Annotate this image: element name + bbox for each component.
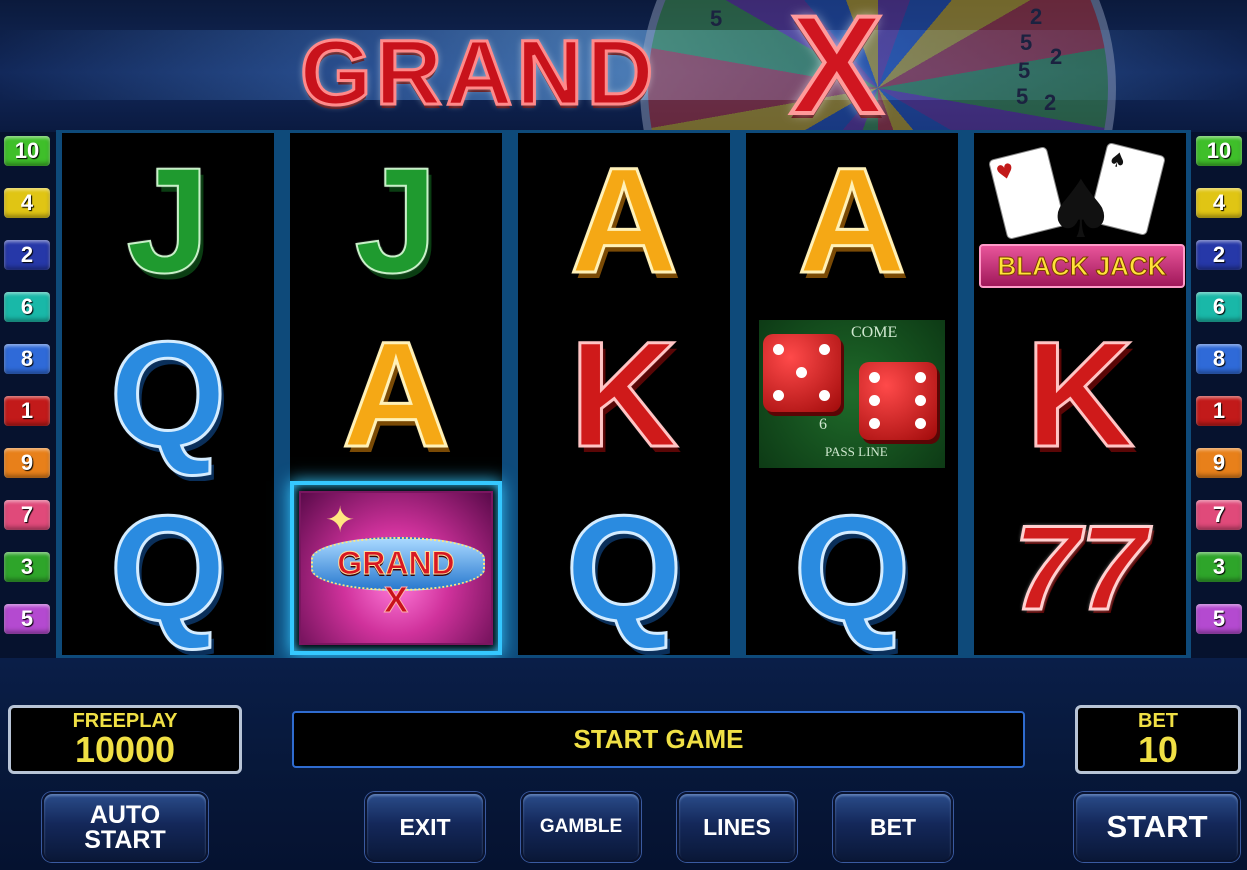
reel-cell: ♥ ♠ ♠ BLACK JACK <box>974 133 1186 307</box>
payline-badge: 7 <box>4 500 50 530</box>
auto-start-label-line2: START <box>84 826 166 854</box>
wheel-number: 5 <box>1018 58 1031 83</box>
gamble-button[interactable]: GAMBLE <box>521 792 641 862</box>
grandx-symbol-text: GRAND <box>337 545 455 582</box>
symbol-q: Q <box>108 484 228 652</box>
payline-badge: 9 <box>1196 448 1242 478</box>
bet-value: 10 <box>1137 729 1179 770</box>
die-icon <box>859 362 937 440</box>
reel-cell: Q <box>518 481 730 655</box>
logo-x: X <box>788 0 885 132</box>
symbol-k: K <box>1024 310 1135 478</box>
symbol-j: J <box>125 136 210 304</box>
reel-cell: J <box>62 133 274 307</box>
payline-badge: 4 <box>1196 188 1242 218</box>
symbol-a: A <box>796 136 907 304</box>
symbol-dice: COME 6 PASS LINE <box>759 320 945 468</box>
reel-3: A K Q <box>518 133 730 655</box>
reel-cell: K <box>518 307 730 481</box>
reel-cell: Q <box>746 481 958 655</box>
spade-icon: ♠ <box>1045 163 1117 256</box>
wheel-number: 5 <box>1020 30 1033 55</box>
payline-badge: 3 <box>1196 552 1242 582</box>
payline-badge: 1 <box>1196 396 1242 426</box>
game-logo: GRAND X <box>298 0 960 132</box>
wheel-number: 2 <box>1050 44 1063 69</box>
reel-4: A COME 6 PASS LINE Q <box>746 133 958 655</box>
reel-cell: A <box>290 307 502 481</box>
reel-cell: J <box>290 133 502 307</box>
reel-cell: COME 6 PASS LINE <box>746 307 958 481</box>
start-button[interactable]: START <box>1074 792 1240 862</box>
payline-badge: 10 <box>1196 136 1242 166</box>
lines-button[interactable]: LINES <box>677 792 797 862</box>
payline-badge: 6 <box>4 292 50 322</box>
symbol-sevens: 77 <box>1012 500 1148 637</box>
header-banner: 5 2 5 5 2 5 2 GRAND X <box>0 0 1247 132</box>
symbol-j: J <box>353 136 438 304</box>
reel-5: ♥ ♠ ♠ BLACK JACK K 77 <box>974 133 1186 655</box>
symbol-a: A <box>568 136 679 304</box>
reel-1: J Q Q <box>62 133 274 655</box>
exit-button[interactable]: EXIT <box>365 792 485 862</box>
reel-2: J A ✦ GRAND X <box>290 133 502 655</box>
payline-badge: 1 <box>4 396 50 426</box>
star-icon: ✦ <box>325 499 356 540</box>
symbol-blackjack: ♥ ♠ ♠ BLACK JACK <box>977 140 1185 300</box>
craves-come-label: COME <box>851 324 898 341</box>
game-message: START GAME <box>292 711 1025 768</box>
logo-text: GRAND <box>298 22 658 124</box>
symbol-q: Q <box>564 484 684 652</box>
payline-badge: 9 <box>4 448 50 478</box>
symbol-a: A <box>340 310 451 478</box>
wheel-number: 2 <box>1044 90 1057 115</box>
blackjack-banner: BLACK JACK <box>979 244 1185 288</box>
reel-cell: A <box>746 133 958 307</box>
reel-cell: 77 <box>974 481 1186 655</box>
payline-badge: 2 <box>1196 240 1242 270</box>
bet-display: BET 10 <box>1075 705 1241 774</box>
bet-button[interactable]: BET <box>833 792 953 862</box>
payline-badge: 2 <box>4 240 50 270</box>
payline-badge: 5 <box>1196 604 1242 634</box>
payline-badge: 8 <box>1196 344 1242 374</box>
die-icon <box>763 334 841 412</box>
reel-cell: A <box>518 133 730 307</box>
payline-badge: 3 <box>4 552 50 582</box>
payline-badge: 8 <box>4 344 50 374</box>
payline-badge: 4 <box>4 188 50 218</box>
reel-cell: Q <box>62 307 274 481</box>
auto-start-button[interactable]: AUTO START <box>42 792 208 862</box>
craps-pass-line-label: PASS LINE <box>825 444 888 459</box>
reel-area: J Q Q J A ✦ GRAND X A K Q A COME 6 PASS … <box>56 130 1191 658</box>
payline-badge: 7 <box>1196 500 1242 530</box>
payline-badge: 5 <box>4 604 50 634</box>
payline-badge: 10 <box>4 136 50 166</box>
symbol-q: Q <box>108 310 228 478</box>
symbol-grandx-scatter: ✦ GRAND X <box>299 491 493 645</box>
reel-cell: Q <box>62 481 274 655</box>
wheel-number: 2 <box>1030 4 1043 29</box>
reel-cell-highlighted: ✦ GRAND X <box>290 481 502 655</box>
payline-badge: 6 <box>1196 292 1242 322</box>
freeplay-value: 10000 <box>74 729 176 770</box>
craps-six-label: 6 <box>819 416 827 433</box>
symbol-k: K <box>568 310 679 478</box>
freeplay-credit-display: FREEPLAY 10000 <box>8 705 242 774</box>
reel-cell: K <box>974 307 1186 481</box>
symbol-q: Q <box>792 484 912 652</box>
grandx-symbol-x: X <box>383 579 408 621</box>
wheel-number: 5 <box>1016 84 1029 109</box>
auto-start-label-line1: AUTO <box>89 801 161 829</box>
